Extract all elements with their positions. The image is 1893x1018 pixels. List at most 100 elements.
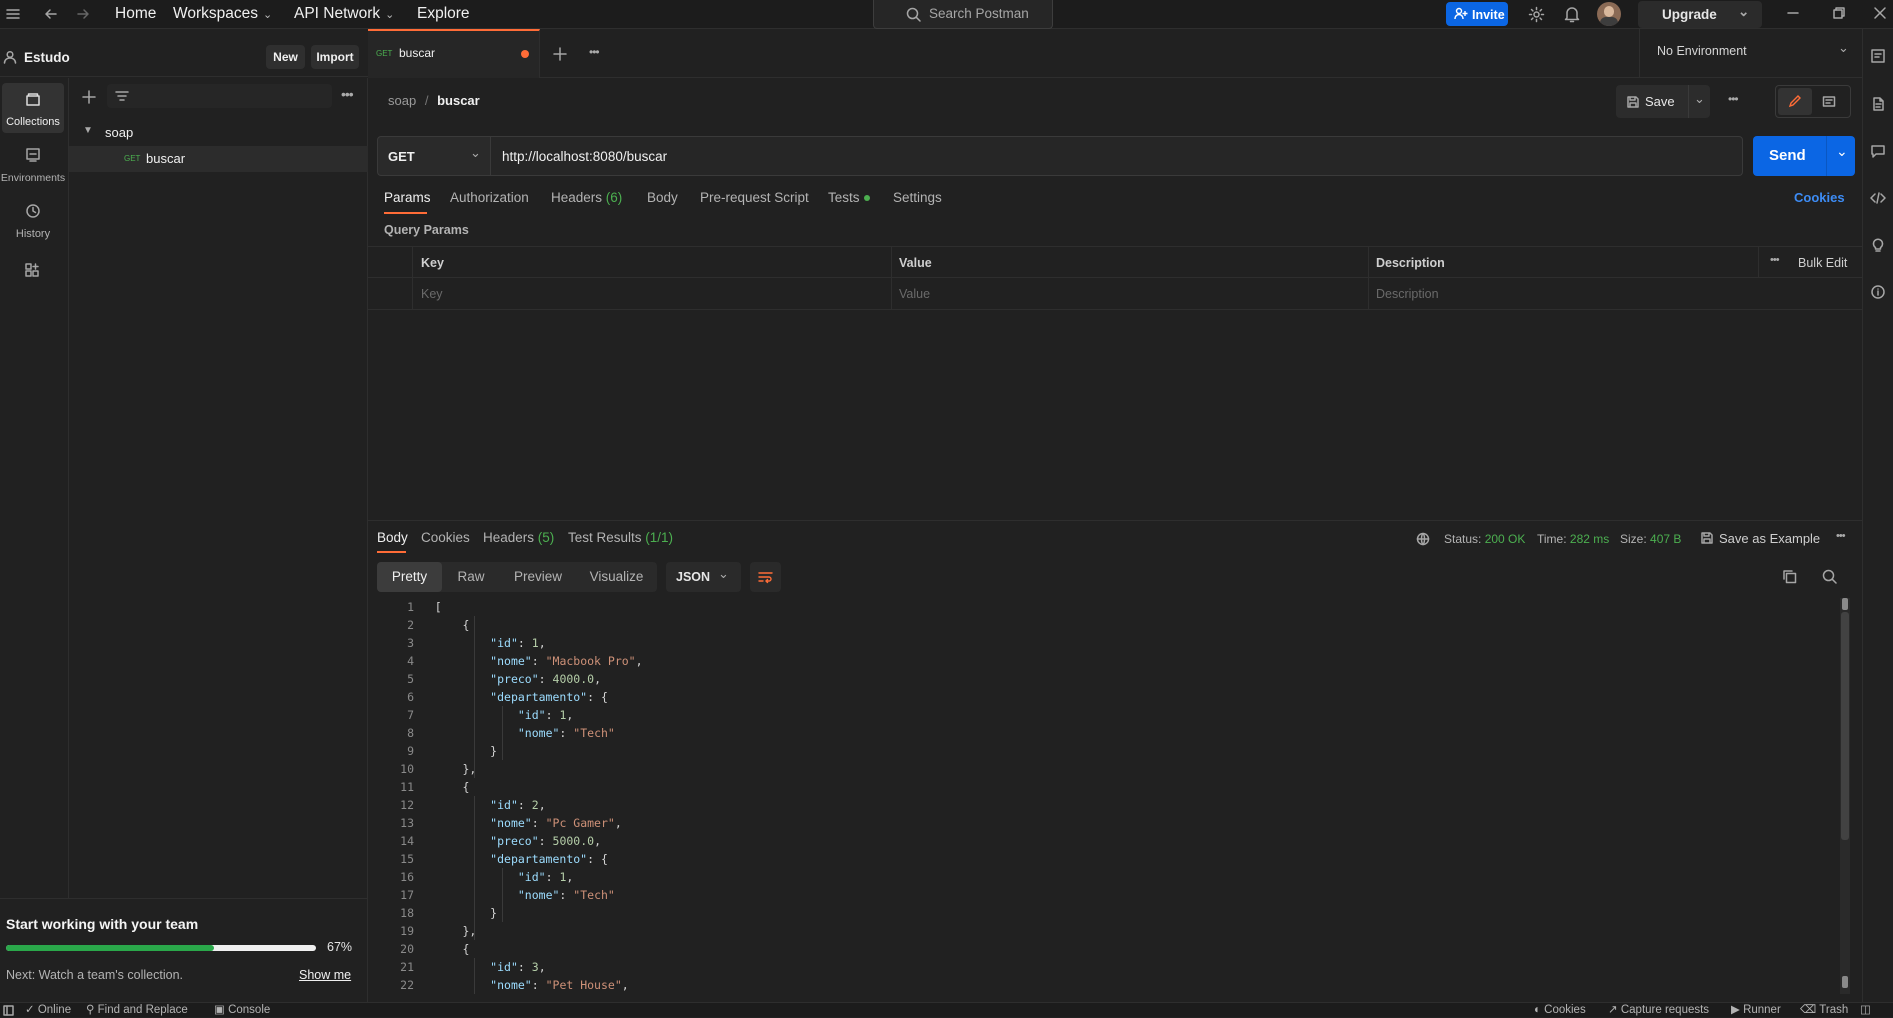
- search-input[interactable]: Search Postman: [873, 0, 1053, 29]
- collection-soap[interactable]: ▼ soap: [69, 121, 368, 143]
- format-visualize[interactable]: Visualize: [576, 562, 657, 592]
- chevron-down-icon: ▼: [83, 125, 93, 136]
- environment-selector[interactable]: No Environment ⌄: [1639, 29, 1862, 78]
- console-button[interactable]: ▣ Console: [214, 1003, 270, 1018]
- breadcrumb-current[interactable]: buscar: [437, 93, 480, 108]
- nav-api-network[interactable]: API Network ⌄: [294, 5, 394, 23]
- response-tab-headers[interactable]: Headers (5): [483, 530, 554, 545]
- code-line: 12 "id": 2,: [368, 796, 545, 814]
- filter-input[interactable]: [107, 84, 332, 108]
- toggle-sidebar-icon[interactable]: [3, 1003, 14, 1016]
- import-button[interactable]: Import: [311, 45, 359, 69]
- description-input[interactable]: Description: [1376, 287, 1439, 301]
- code-line: 3 "id": 1,: [368, 634, 546, 652]
- key-input[interactable]: Key: [421, 287, 443, 301]
- info-icon[interactable]: [1870, 284, 1886, 300]
- code-scrollbar-track[interactable]: [1840, 598, 1850, 994]
- code-text: "preco": 4000.0,: [490, 672, 601, 686]
- send-button[interactable]: Send ⌄: [1753, 136, 1855, 176]
- rail-environments[interactable]: Environments: [1, 139, 65, 189]
- search-icon[interactable]: [1822, 569, 1837, 584]
- forward-arrow-icon[interactable]: [75, 6, 91, 22]
- format-raw[interactable]: Raw: [442, 562, 500, 592]
- code-snippet-icon[interactable]: [1870, 190, 1886, 206]
- invite-button[interactable]: Invite: [1446, 2, 1508, 26]
- scrollbar-thumb[interactable]: [1841, 612, 1849, 840]
- url-input[interactable]: http://localhost:8080/buscar: [491, 136, 1743, 176]
- maximize-icon[interactable]: [1832, 6, 1846, 20]
- save-button[interactable]: Save ⌄: [1616, 85, 1710, 118]
- more-options-icon[interactable]: •••: [341, 86, 354, 102]
- tab-options-icon[interactable]: •••: [589, 45, 600, 59]
- language-select[interactable]: JSON ⌄: [666, 562, 741, 592]
- find-replace-button[interactable]: ⚲ Find and Replace: [86, 1003, 188, 1018]
- avatar[interactable]: [1597, 2, 1621, 26]
- method-select[interactable]: GET ⌄: [377, 136, 491, 176]
- add-collection-icon[interactable]: [82, 90, 96, 104]
- rail-configure[interactable]: [2, 254, 64, 288]
- upgrade-button[interactable]: Upgrade ⌄: [1638, 1, 1762, 28]
- response-tab-body[interactable]: Body: [377, 530, 408, 545]
- breadcrumb-parent[interactable]: soap: [388, 93, 416, 108]
- new-tab-plus-icon[interactable]: [553, 47, 567, 61]
- settings-gear-icon[interactable]: [1528, 6, 1545, 23]
- line-number: 18: [400, 906, 414, 920]
- show-me-link[interactable]: Show me: [299, 968, 351, 982]
- edit-mode-button[interactable]: [1778, 88, 1812, 115]
- left-rail: Collections Environments History: [0, 78, 69, 1002]
- tab-authorization[interactable]: Authorization: [450, 190, 529, 205]
- nav-explore[interactable]: Explore: [417, 5, 470, 23]
- api-docs-icon[interactable]: [1870, 48, 1886, 64]
- globe-icon[interactable]: [1416, 532, 1430, 546]
- tab-tests[interactable]: Tests: [828, 190, 870, 205]
- save-label: Save: [1645, 94, 1675, 109]
- tests-status-dot-icon: [863, 195, 870, 202]
- table-more-icon[interactable]: •••: [1770, 254, 1780, 266]
- cookies-button[interactable]: ◐ Cookies: [1534, 1003, 1586, 1018]
- tab-params[interactable]: Params: [384, 190, 431, 205]
- nav-workspaces[interactable]: Workspaces ⌄: [173, 5, 272, 23]
- documentation-icon[interactable]: [1870, 96, 1886, 112]
- format-preview[interactable]: Preview: [500, 562, 576, 592]
- response-tab-cookies[interactable]: Cookies: [421, 530, 470, 545]
- tab-buscar[interactable]: GET buscar: [368, 29, 540, 78]
- sidebar-request-buscar[interactable]: GET buscar: [69, 146, 368, 172]
- menu-icon[interactable]: [6, 7, 20, 21]
- tab-headers[interactable]: Headers (6): [551, 190, 622, 205]
- code-text: "id": 1,: [517, 870, 574, 884]
- tab-body[interactable]: Body: [647, 190, 678, 205]
- response-more-icon[interactable]: •••: [1836, 530, 1846, 542]
- tab-settings[interactable]: Settings: [893, 190, 942, 205]
- rail-collections[interactable]: Collections: [2, 83, 64, 133]
- nav-home[interactable]: Home: [115, 5, 156, 23]
- lightbulb-icon[interactable]: [1870, 237, 1886, 253]
- tab-headers-count: (6): [605, 190, 623, 205]
- wrap-lines-button[interactable]: [750, 562, 781, 592]
- capture-requests-button[interactable]: ↗ Capture requests: [1608, 1003, 1709, 1018]
- close-window-icon[interactable]: [1873, 6, 1887, 20]
- tab-prerequest-script[interactable]: Pre-request Script: [700, 190, 809, 205]
- rail-history[interactable]: History: [2, 195, 64, 245]
- save-as-example-button[interactable]: Save as Example: [1719, 531, 1820, 546]
- runner-button[interactable]: ▶ Runner: [1731, 1003, 1781, 1018]
- notification-bell-icon[interactable]: [1564, 6, 1580, 23]
- comments-icon[interactable]: [1870, 143, 1886, 159]
- request-more-icon[interactable]: •••: [1728, 92, 1739, 106]
- value-input[interactable]: Value: [899, 287, 930, 301]
- code-line: 4 "nome": "Macbook Pro",: [368, 652, 642, 670]
- back-arrow-icon[interactable]: [43, 6, 59, 22]
- response-body-viewer[interactable]: 1 [2 {3 "id": 1, 4 "nome": "Macbook Pro",…: [368, 598, 1838, 994]
- cookies-link[interactable]: Cookies: [1794, 190, 1845, 205]
- workspace-name[interactable]: Estudo: [24, 50, 70, 65]
- layout-toggle-icon[interactable]: ◫: [1860, 1003, 1871, 1018]
- format-pretty[interactable]: Pretty: [377, 562, 442, 592]
- online-status[interactable]: ✓ Online: [25, 1003, 71, 1018]
- trash-button[interactable]: ⌫ Trash: [1800, 1003, 1848, 1018]
- comment-mode-icon[interactable]: [1822, 95, 1836, 109]
- response-tab-test-results[interactable]: Test Results (1/1): [568, 530, 673, 545]
- chevron-down-icon[interactable]: ⌄: [1836, 143, 1848, 160]
- minimize-icon[interactable]: [1786, 6, 1800, 20]
- copy-icon[interactable]: [1782, 569, 1797, 584]
- bulk-edit-link[interactable]: Bulk Edit: [1798, 256, 1847, 270]
- new-button[interactable]: New: [266, 45, 305, 69]
